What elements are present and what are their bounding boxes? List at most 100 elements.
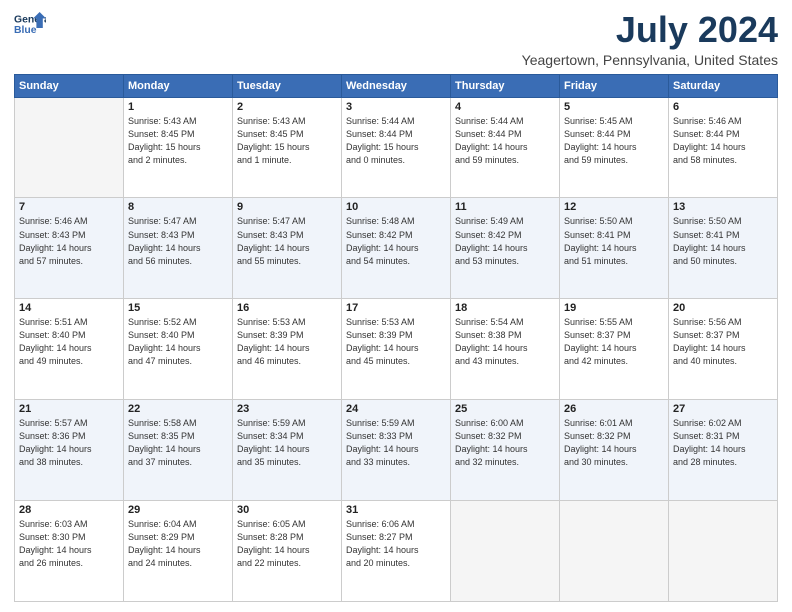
table-cell: 15Sunrise: 5:52 AM Sunset: 8:40 PM Dayli…	[124, 299, 233, 400]
day-info: Sunrise: 5:50 AM Sunset: 8:41 PM Dayligh…	[564, 215, 664, 267]
day-info: Sunrise: 5:54 AM Sunset: 8:38 PM Dayligh…	[455, 316, 555, 368]
day-number: 28	[19, 504, 119, 516]
header: General Blue July 2024 Yeagertown, Penns…	[14, 10, 778, 68]
day-info: Sunrise: 5:43 AM Sunset: 8:45 PM Dayligh…	[237, 115, 337, 167]
day-number: 27	[673, 403, 773, 415]
title-section: July 2024 Yeagertown, Pennsylvania, Unit…	[522, 10, 778, 68]
day-info: Sunrise: 5:46 AM Sunset: 8:43 PM Dayligh…	[19, 215, 119, 267]
calendar-week-row: 1 Sunrise: 5:43 AM Sunset: 8:45 PM Daylig…	[15, 97, 778, 198]
day-number: 20	[673, 302, 773, 314]
day-info: Sunrise: 5:43 AM Sunset: 8:45 PM Dayligh…	[128, 115, 228, 167]
table-cell: 26 Sunrise: 6:01 AM Sunset: 8:32 PM Dayli…	[560, 400, 669, 501]
table-cell	[15, 97, 124, 198]
calendar-week-row: 7 Sunrise: 5:46 AM Sunset: 8:43 PM Daylig…	[15, 198, 778, 299]
day-number: 1	[128, 101, 228, 113]
table-cell: 13 Sunrise: 5:50 AM Sunset: 8:41 PM Dayli…	[669, 198, 778, 299]
table-cell: 9Sunrise: 5:47 AM Sunset: 8:43 PM Daylig…	[233, 198, 342, 299]
table-cell: 22 Sunrise: 5:58 AM Sunset: 8:35 PM Dayli…	[124, 400, 233, 501]
table-cell: 18 Sunrise: 5:54 AM Sunset: 8:38 PM Dayli…	[451, 299, 560, 400]
day-number: 22	[128, 403, 228, 415]
day-number: 6	[673, 101, 773, 113]
day-info: Sunrise: 5:48 AM Sunset: 8:42 PM Dayligh…	[346, 215, 446, 267]
col-tuesday: Tuesday	[233, 74, 342, 97]
day-info: Sunrise: 6:01 AM Sunset: 8:32 PM Dayligh…	[564, 417, 664, 469]
day-number: 24	[346, 403, 446, 415]
table-cell: 27 Sunrise: 6:02 AM Sunset: 8:31 PM Dayli…	[669, 400, 778, 501]
table-cell: 4 Sunrise: 5:44 AM Sunset: 8:44 PM Daylig…	[451, 97, 560, 198]
calendar-week-row: 14 Sunrise: 5:51 AM Sunset: 8:40 PM Dayli…	[15, 299, 778, 400]
day-info: Sunrise: 5:50 AM Sunset: 8:41 PM Dayligh…	[673, 215, 773, 267]
day-number: 18	[455, 302, 555, 314]
col-thursday: Thursday	[451, 74, 560, 97]
table-cell: 14 Sunrise: 5:51 AM Sunset: 8:40 PM Dayli…	[15, 299, 124, 400]
table-cell: 21 Sunrise: 5:57 AM Sunset: 8:36 PM Dayli…	[15, 400, 124, 501]
day-info: Sunrise: 5:49 AM Sunset: 8:42 PM Dayligh…	[455, 215, 555, 267]
table-cell: 30Sunrise: 6:05 AM Sunset: 8:28 PM Dayli…	[233, 501, 342, 602]
day-info: Sunrise: 5:46 AM Sunset: 8:44 PM Dayligh…	[673, 115, 773, 167]
col-sunday: Sunday	[15, 74, 124, 97]
day-number: 23	[237, 403, 337, 415]
table-cell: 20Sunrise: 5:56 AM Sunset: 8:37 PM Dayli…	[669, 299, 778, 400]
logo-icon: General Blue	[14, 10, 46, 38]
day-number: 2	[237, 101, 337, 113]
table-cell: 12 Sunrise: 5:50 AM Sunset: 8:41 PM Dayli…	[560, 198, 669, 299]
day-info: Sunrise: 6:00 AM Sunset: 8:32 PM Dayligh…	[455, 417, 555, 469]
day-info: Sunrise: 5:58 AM Sunset: 8:35 PM Dayligh…	[128, 417, 228, 469]
day-number: 14	[19, 302, 119, 314]
day-info: Sunrise: 6:02 AM Sunset: 8:31 PM Dayligh…	[673, 417, 773, 469]
svg-text:Blue: Blue	[14, 25, 37, 36]
day-number: 15	[128, 302, 228, 314]
day-info: Sunrise: 6:06 AM Sunset: 8:27 PM Dayligh…	[346, 518, 446, 570]
table-cell: 2 Sunrise: 5:43 AM Sunset: 8:45 PM Daylig…	[233, 97, 342, 198]
day-number: 11	[455, 201, 555, 213]
main-title: July 2024	[522, 10, 778, 50]
table-cell: 25 Sunrise: 6:00 AM Sunset: 8:32 PM Dayli…	[451, 400, 560, 501]
col-saturday: Saturday	[669, 74, 778, 97]
day-number: 7	[19, 201, 119, 213]
day-info: Sunrise: 5:51 AM Sunset: 8:40 PM Dayligh…	[19, 316, 119, 368]
day-info: Sunrise: 5:44 AM Sunset: 8:44 PM Dayligh…	[455, 115, 555, 167]
day-number: 31	[346, 504, 446, 516]
table-cell: 3 Sunrise: 5:44 AM Sunset: 8:44 PM Daylig…	[342, 97, 451, 198]
table-cell: 6 Sunrise: 5:46 AM Sunset: 8:44 PM Daylig…	[669, 97, 778, 198]
subtitle: Yeagertown, Pennsylvania, United States	[522, 52, 778, 68]
day-number: 16	[237, 302, 337, 314]
day-number: 13	[673, 201, 773, 213]
col-monday: Monday	[124, 74, 233, 97]
table-cell: 29Sunrise: 6:04 AM Sunset: 8:29 PM Dayli…	[124, 501, 233, 602]
day-info: Sunrise: 5:59 AM Sunset: 8:33 PM Dayligh…	[346, 417, 446, 469]
day-number: 26	[564, 403, 664, 415]
day-number: 21	[19, 403, 119, 415]
page: General Blue July 2024 Yeagertown, Penns…	[0, 0, 792, 612]
table-cell: 16 Sunrise: 5:53 AM Sunset: 8:39 PM Dayli…	[233, 299, 342, 400]
calendar-header-row: Sunday Monday Tuesday Wednesday Thursday…	[15, 74, 778, 97]
table-cell: 7 Sunrise: 5:46 AM Sunset: 8:43 PM Daylig…	[15, 198, 124, 299]
day-number: 25	[455, 403, 555, 415]
table-cell: 31 Sunrise: 6:06 AM Sunset: 8:27 PM Dayli…	[342, 501, 451, 602]
day-info: Sunrise: 6:05 AM Sunset: 8:28 PM Dayligh…	[237, 518, 337, 570]
col-friday: Friday	[560, 74, 669, 97]
table-cell: 11 Sunrise: 5:49 AM Sunset: 8:42 PM Dayli…	[451, 198, 560, 299]
day-number: 17	[346, 302, 446, 314]
table-cell: 8Sunrise: 5:47 AM Sunset: 8:43 PM Daylig…	[124, 198, 233, 299]
table-cell	[669, 501, 778, 602]
table-cell	[451, 501, 560, 602]
day-number: 12	[564, 201, 664, 213]
day-number: 3	[346, 101, 446, 113]
day-number: 9	[237, 201, 337, 213]
day-number: 4	[455, 101, 555, 113]
calendar-table: Sunday Monday Tuesday Wednesday Thursday…	[14, 74, 778, 602]
day-info: Sunrise: 5:47 AM Sunset: 8:43 PM Dayligh…	[128, 215, 228, 267]
calendar-week-row: 21 Sunrise: 5:57 AM Sunset: 8:36 PM Dayli…	[15, 400, 778, 501]
table-cell: 5Sunrise: 5:45 AM Sunset: 8:44 PM Daylig…	[560, 97, 669, 198]
day-number: 19	[564, 302, 664, 314]
day-info: Sunrise: 5:44 AM Sunset: 8:44 PM Dayligh…	[346, 115, 446, 167]
day-info: Sunrise: 5:53 AM Sunset: 8:39 PM Dayligh…	[346, 316, 446, 368]
day-number: 5	[564, 101, 664, 113]
day-info: Sunrise: 5:57 AM Sunset: 8:36 PM Dayligh…	[19, 417, 119, 469]
calendar-week-row: 28 Sunrise: 6:03 AM Sunset: 8:30 PM Dayli…	[15, 501, 778, 602]
day-info: Sunrise: 5:59 AM Sunset: 8:34 PM Dayligh…	[237, 417, 337, 469]
day-info: Sunrise: 5:53 AM Sunset: 8:39 PM Dayligh…	[237, 316, 337, 368]
logo: General Blue	[14, 10, 46, 38]
day-info: Sunrise: 6:03 AM Sunset: 8:30 PM Dayligh…	[19, 518, 119, 570]
